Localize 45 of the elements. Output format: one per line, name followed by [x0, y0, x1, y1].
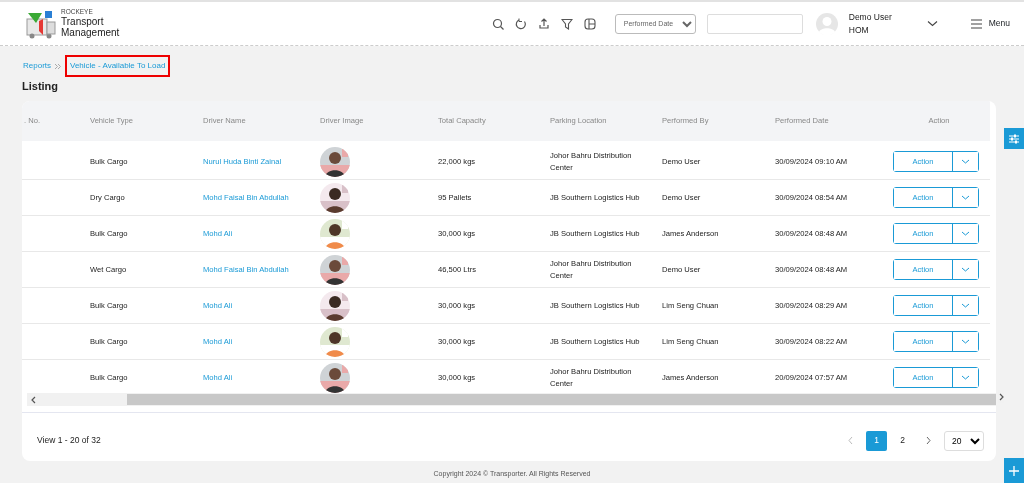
- menu-icon: [970, 18, 982, 29]
- breadcrumb-separator-icon: [54, 62, 62, 70]
- horizontal-scrollbar[interactable]: [27, 393, 996, 407]
- scroll-left-icon: [31, 395, 37, 404]
- refresh-icon: [514, 17, 527, 30]
- page-button[interactable]: 2: [892, 430, 913, 451]
- breadcrumb-link[interactable]: Vehicle - Available To Load: [65, 55, 171, 77]
- search-button[interactable]: [491, 17, 504, 30]
- page-size-select[interactable]: 20: [944, 430, 984, 451]
- settings-button[interactable]: [1004, 128, 1024, 149]
- page-title: Listing: [21, 79, 60, 94]
- chevron-down-icon: [961, 266, 970, 273]
- scroll-right-button[interactable]: [998, 390, 1004, 403]
- plus-icon: [1009, 465, 1019, 476]
- avatar-icon: [815, 12, 838, 35]
- filter-icon: [560, 17, 573, 30]
- user-menu-button[interactable]: [926, 20, 938, 27]
- menu-button[interactable]: Menu: [970, 17, 1010, 30]
- add-button[interactable]: [1004, 458, 1024, 483]
- refresh-button[interactable]: [514, 17, 527, 30]
- chevron-down-icon: [961, 230, 970, 237]
- sliders-icon: [1008, 133, 1020, 144]
- chevron-down-icon: [961, 194, 970, 201]
- user-role: HOM: [848, 23, 870, 37]
- pagination-summary: View 1 - 20 of 32: [37, 434, 101, 448]
- chevron-left-icon: [848, 436, 853, 446]
- user-name: Demo User: [848, 10, 892, 24]
- chevron-down-icon: [961, 158, 970, 165]
- chevron-right-icon: [926, 436, 931, 446]
- breadcrumb-link[interactable]: Reports: [20, 57, 54, 75]
- search-field[interactable]: [706, 13, 803, 34]
- columns-icon: [583, 17, 596, 30]
- columns-button[interactable]: [583, 17, 596, 30]
- truck-logo-icon: [25, 8, 57, 39]
- page-button[interactable]: 1: [866, 430, 887, 451]
- scroll-right-icon: [998, 392, 1004, 401]
- chevron-down-icon: [961, 302, 970, 309]
- brand-name: Transport Management: [61, 15, 121, 39]
- chevron-down-icon: [961, 338, 970, 345]
- chevron-down-icon: [926, 20, 938, 27]
- search-icon: [491, 17, 504, 30]
- filter-button[interactable]: [560, 17, 573, 30]
- upload-button[interactable]: [537, 17, 550, 30]
- chevron-down-icon: [961, 374, 970, 381]
- upload-icon: [537, 17, 550, 30]
